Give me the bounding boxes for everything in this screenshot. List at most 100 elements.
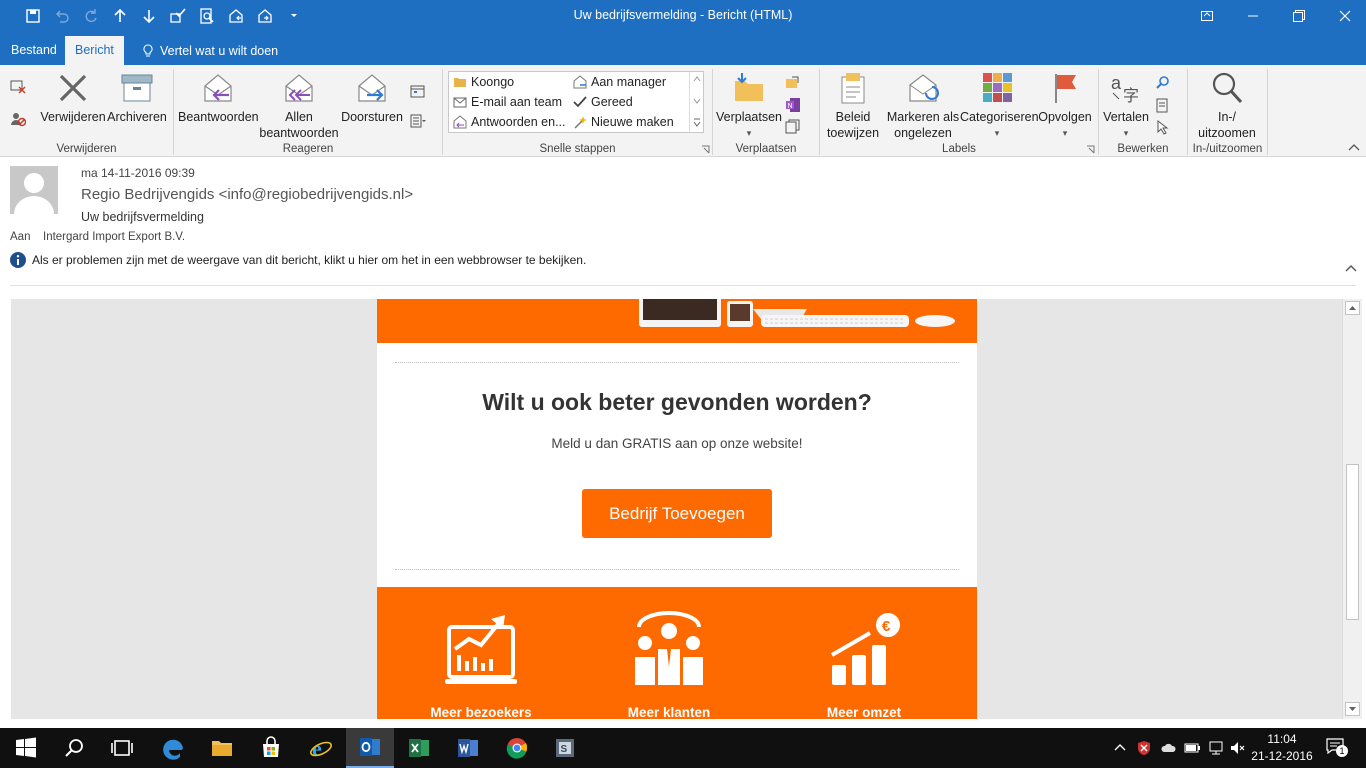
scroll-up-icon[interactable] [693, 76, 701, 82]
taskbar-chrome[interactable] [493, 728, 541, 768]
meeting-icon[interactable] [410, 83, 426, 99]
more-respond-icon[interactable] [410, 113, 426, 129]
expand-gallery-icon[interactable] [693, 118, 701, 127]
taskbar-excel[interactable] [395, 728, 443, 768]
show-hidden-icons-icon[interactable] [1112, 740, 1128, 756]
start-button[interactable] [2, 728, 50, 768]
message-body[interactable]: Wilt u ook beter gevonden worden? Meld u… [11, 299, 1342, 719]
feature-customers: Meer klanten [594, 611, 744, 719]
to-label: Aan [10, 231, 31, 243]
cloud-icon[interactable] [1160, 740, 1176, 756]
taskbar-word[interactable] [444, 728, 492, 768]
flag-icon [1055, 74, 1076, 103]
clock-date: 21-12-2016 [1251, 749, 1313, 763]
tell-me-label: Vertel wat u wilt doen [160, 43, 279, 58]
categorize-button[interactable]: Categoriseren ▾ [960, 71, 1039, 141]
reply-delete-icon [453, 115, 467, 129]
minimize-icon[interactable] [1230, 0, 1276, 32]
mark-unread-button[interactable]: Markeren als ongelezen [886, 71, 960, 141]
translate-icon: a字 [1111, 73, 1139, 105]
info-icon [10, 252, 26, 268]
onenote-icon[interactable]: N [785, 97, 801, 113]
collapse-header-icon[interactable] [1344, 261, 1358, 275]
tell-me-box[interactable]: Vertel wat u wilt doen [142, 36, 278, 65]
ribbon-display-options-icon[interactable] [1184, 0, 1230, 32]
move-button[interactable]: Verplaatsen ▾ [715, 71, 783, 141]
forward-button[interactable]: Doorsturen [340, 71, 404, 125]
volume-muted-icon[interactable] [1230, 740, 1246, 756]
collapse-ribbon-icon[interactable] [1348, 143, 1360, 151]
security-shield-icon[interactable] [1136, 740, 1152, 756]
quick-step-reply-delete[interactable]: Antwoorden en... [453, 115, 566, 129]
policy-icon [841, 73, 865, 104]
taskbar-store[interactable] [247, 728, 295, 768]
quick-step-label: E-mail aan team [471, 95, 563, 109]
forward-label: Doorsturen [341, 110, 403, 124]
clock[interactable]: 11:04 21-12-2016 [1250, 731, 1314, 765]
related-icon[interactable] [1155, 97, 1171, 113]
assign-policy-button[interactable]: Beleid toewijzen [822, 71, 884, 141]
reply-all-icon [285, 74, 313, 102]
dialog-launcher-icon[interactable] [701, 145, 710, 154]
quick-step-manager[interactable]: Aan manager [573, 75, 666, 89]
quick-step-label: Antwoorden en... [471, 115, 566, 129]
vertical-scrollbar[interactable] [1342, 299, 1362, 719]
battery-icon[interactable] [1184, 740, 1200, 756]
info-bar[interactable]: Als er problemen zijn met de weergave va… [10, 252, 586, 268]
quick-step-team[interactable]: E-mail aan team [453, 95, 562, 109]
tags-dialog-launcher-icon[interactable] [1086, 145, 1095, 154]
feature-label: Meer bezoekers [430, 705, 532, 719]
chrome-icon [506, 738, 528, 759]
close-icon[interactable] [1322, 0, 1366, 32]
scroll-down-button[interactable] [1345, 702, 1360, 716]
translate-button[interactable]: a字 Vertalen ▾ [1101, 71, 1151, 141]
title-bar: Uw bedrijfsvermelding - Bericht (HTML) [0, 0, 1366, 32]
find-icon[interactable] [1155, 75, 1171, 91]
select-icon[interactable] [1155, 119, 1171, 135]
divider-top [395, 362, 959, 363]
search-button[interactable] [50, 728, 98, 768]
zoom-button[interactable]: In-/ uitzoomen [1192, 71, 1262, 141]
scroll-up-button[interactable] [1345, 301, 1360, 315]
restore-icon[interactable] [1276, 0, 1322, 32]
reply-icon [204, 74, 232, 102]
quick-step-koongo[interactable]: Koongo [453, 75, 514, 89]
actions-icon[interactable] [785, 119, 801, 135]
follow-up-label: Opvolgen [1038, 110, 1092, 124]
junk-icon[interactable] [10, 111, 26, 127]
quick-step-done[interactable]: Gereed [573, 95, 633, 109]
quick-step-label: Gereed [591, 95, 633, 109]
taskbar-app[interactable]: S [541, 728, 589, 768]
network-icon[interactable] [1208, 740, 1224, 756]
archive-button[interactable]: Archiveren [106, 71, 168, 125]
tab-message[interactable]: Bericht [65, 36, 124, 65]
action-center-button[interactable]: 1 [1326, 738, 1350, 758]
person-icon [14, 173, 54, 214]
scroll-down-icon[interactable] [693, 98, 701, 104]
message-sender[interactable]: Regio Bedrijvengids <info@regiobedrijven… [81, 186, 413, 203]
move-label: Verplaatsen [715, 110, 783, 124]
quick-steps-scroll[interactable] [689, 72, 703, 132]
ignore-icon[interactable] [10, 79, 26, 95]
task-view-button[interactable] [98, 728, 146, 768]
tab-file[interactable]: Bestand [1, 36, 67, 65]
mark-unread-icon [909, 74, 939, 102]
delete-button[interactable]: Verwijderen [40, 71, 106, 125]
taskbar-explorer[interactable] [198, 728, 246, 768]
revenue-icon: € [830, 613, 900, 685]
taskbar-internet-explorer[interactable]: e [297, 728, 345, 768]
windows-logo-icon [16, 737, 36, 758]
scroll-up-arrow-icon [1349, 306, 1356, 310]
message-recipient[interactable]: Intergard Import Export B.V. [43, 231, 185, 243]
taskbar-edge[interactable] [150, 728, 198, 768]
reply-all-button[interactable]: Allen beantwoorden [258, 71, 340, 141]
scroll-thumb[interactable] [1346, 464, 1359, 620]
chart-growth-icon [445, 615, 517, 684]
header-divider [10, 285, 1356, 286]
taskbar-outlook[interactable] [346, 728, 394, 768]
reply-button[interactable]: Beantwoorden [178, 71, 259, 125]
follow-up-button[interactable]: Opvolgen ▾ [1034, 71, 1096, 141]
quick-step-new[interactable]: Nieuwe maken [573, 115, 674, 129]
rules-icon[interactable] [785, 75, 801, 91]
add-company-button[interactable]: Bedrijf Toevoegen [582, 489, 772, 538]
